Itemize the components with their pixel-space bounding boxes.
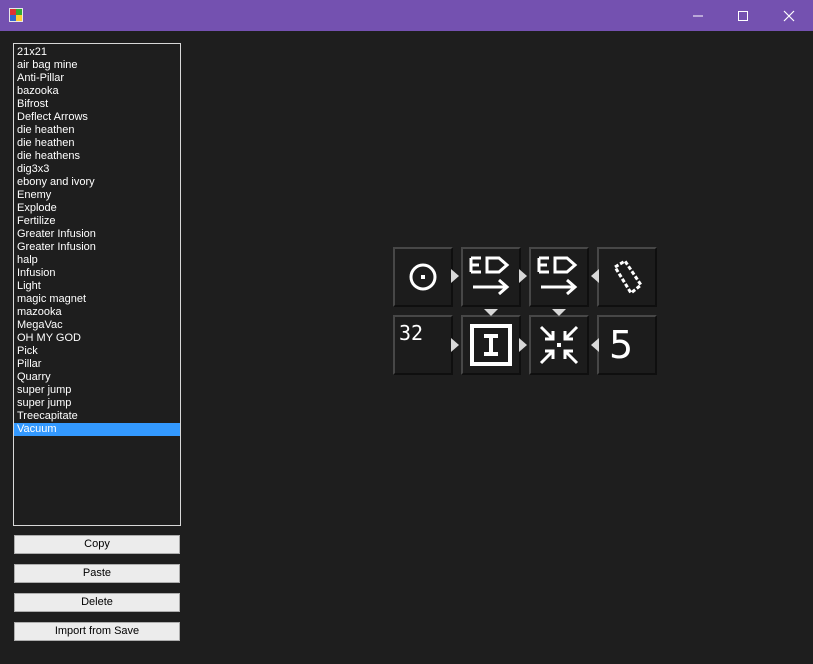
tile-count[interactable]: 32: [393, 315, 453, 375]
connector-left-arrow: [591, 269, 599, 283]
input-box-icon: [470, 324, 512, 366]
list-item[interactable]: magic magnet: [14, 293, 180, 306]
close-button[interactable]: [766, 0, 812, 31]
minimize-icon: [693, 15, 703, 16]
ed-arrow-icon: [469, 256, 510, 296]
app-icon: [9, 8, 23, 22]
list-item[interactable]: Deflect Arrows: [14, 111, 180, 124]
list-item[interactable]: super jump: [14, 384, 180, 397]
tile-digit[interactable]: 5: [597, 315, 657, 375]
maximize-button[interactable]: [720, 0, 766, 31]
tile-diamond[interactable]: [597, 247, 657, 307]
copy-button[interactable]: Copy: [14, 535, 180, 554]
list-item[interactable]: OH MY GOD: [14, 332, 180, 345]
list-item[interactable]: Greater Infusion: [14, 228, 180, 241]
list-item[interactable]: Pillar: [14, 358, 180, 371]
tile-implode[interactable]: [529, 315, 589, 375]
list-item[interactable]: bazooka: [14, 85, 180, 98]
list-item[interactable]: Anti-Pillar: [14, 72, 180, 85]
list-item[interactable]: Vacuum: [14, 423, 180, 436]
list-item[interactable]: Quarry: [14, 371, 180, 384]
list-item[interactable]: Fertilize: [14, 215, 180, 228]
delete-button[interactable]: Delete: [14, 593, 180, 612]
connector-right-arrow: [519, 269, 527, 283]
list-item[interactable]: die heathens: [14, 150, 180, 163]
list-item[interactable]: Bifrost: [14, 98, 180, 111]
tile-ed-arrow[interactable]: [461, 247, 521, 307]
ed-arrow-icon: [537, 256, 578, 296]
implode-arrows-icon: [539, 325, 579, 365]
connector-left-arrow: [591, 338, 599, 352]
list-item[interactable]: Treecapitate: [14, 410, 180, 423]
list-item[interactable]: dig3x3: [14, 163, 180, 176]
close-icon: [783, 10, 795, 21]
connector-down-arrow: [552, 309, 566, 316]
list-item[interactable]: Greater Infusion: [14, 241, 180, 254]
import-from-save-button[interactable]: Import from Save: [14, 622, 180, 641]
count-value: 32: [399, 321, 424, 345]
list-item[interactable]: die heathen: [14, 124, 180, 137]
list-item[interactable]: ebony and ivory: [14, 176, 180, 189]
list-item[interactable]: Infusion: [14, 267, 180, 280]
list-item[interactable]: Light: [14, 280, 180, 293]
list-item[interactable]: Enemy: [14, 189, 180, 202]
macro-list[interactable]: 21x21 air bag mine Anti-Pillar bazooka Bifro…: [13, 43, 181, 526]
list-item[interactable]: die heathen: [14, 137, 180, 150]
title-bar: [0, 0, 813, 31]
diamond-rune-icon: [612, 258, 644, 296]
list-item[interactable]: air bag mine: [14, 59, 180, 72]
digit-value: 5: [609, 323, 634, 367]
tile-input[interactable]: [461, 315, 521, 375]
connector-right-arrow: [519, 338, 527, 352]
list-item[interactable]: Explode: [14, 202, 180, 215]
connector-right-arrow: [451, 338, 459, 352]
list-item[interactable]: Pick: [14, 345, 180, 358]
list-item[interactable]: super jump: [14, 397, 180, 410]
list-item[interactable]: mazooka: [14, 306, 180, 319]
connector-down-arrow: [484, 309, 498, 316]
list-item[interactable]: MegaVac: [14, 319, 180, 332]
paste-button[interactable]: Paste: [14, 564, 180, 583]
tile-target[interactable]: [393, 247, 453, 307]
circle-target-icon: [409, 263, 437, 291]
list-item[interactable]: 21x21: [14, 46, 180, 59]
list-item[interactable]: halp: [14, 254, 180, 267]
connector-right-arrow: [451, 269, 459, 283]
tile-ed-arrow[interactable]: [529, 247, 589, 307]
minimize-button[interactable]: [675, 0, 721, 31]
maximize-icon: [738, 10, 748, 21]
